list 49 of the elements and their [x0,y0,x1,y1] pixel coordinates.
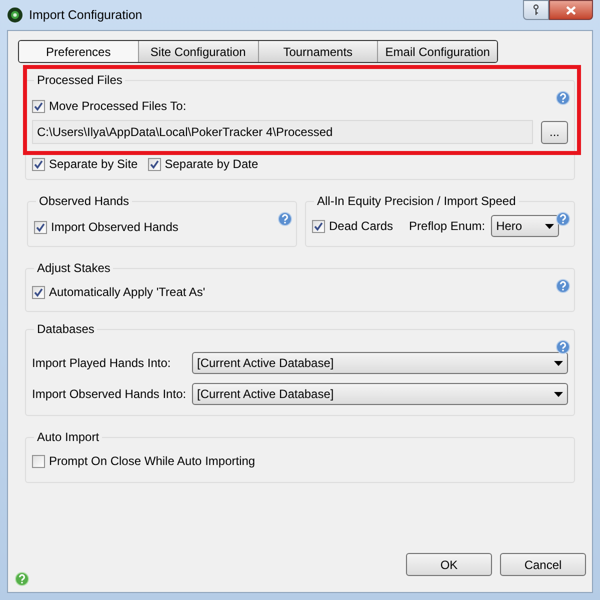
close-button[interactable] [549,0,593,20]
group-title: Processed Files [36,72,124,89]
caret-icon [554,360,563,366]
checkbox-label: Separate by Date [164,156,258,173]
tab[interactable]: Preferences [19,41,138,62]
checkbox[interactable] [148,158,161,170]
tab[interactable]: Email Configuration [377,41,497,62]
checkbox[interactable] [32,454,45,468]
database-label: Import Played Hands Into: [32,355,172,372]
close-icon [566,6,576,14]
app-logo-icon [7,7,23,23]
group-title: Observed Hands [38,193,130,210]
checkbox[interactable] [312,220,325,232]
tab[interactable]: Tournaments [258,41,378,62]
group-title: Adjust Stakes [36,260,112,277]
key-icon [532,4,540,16]
checkbox[interactable] [34,220,47,234]
group-title: Databases [36,321,96,338]
help-button[interactable] [523,0,549,20]
database-label: Import Observed Hands Into: [32,386,188,403]
help-icon[interactable] [556,212,570,226]
caret-icon [554,392,563,396]
checkbox-label: Dead Cards [329,218,394,235]
dropdown[interactable]: [Current Active Database] [192,352,568,374]
preflop-enum-label: Preflop Enum: [409,218,486,235]
checkbox-label: Import Observed Hands [51,219,178,236]
help-icon[interactable] [556,279,570,293]
checkbox-label: Separate by Site [49,156,138,173]
help-icon[interactable] [278,212,292,226]
caret-icon [545,224,554,228]
checkbox-label: Automatically Apply 'Treat As' [49,284,206,301]
group-title: Auto Import [36,429,100,446]
tab[interactable]: Site Configuration [138,41,258,62]
dropdown[interactable]: Hero [491,215,560,237]
path-field[interactable]: C:\Users\Ilya\AppData\Local\PokerTracker 4\Processed [32,120,533,144]
dialog-button[interactable]: OK [406,553,492,576]
checkbox[interactable] [32,158,45,170]
dialog-button[interactable]: Cancel [500,553,586,576]
dropdown[interactable]: [Current Active Database] [192,383,568,405]
browse-button[interactable]: ... [541,120,568,144]
checkbox-label: Move Processed Files To: [49,98,186,115]
checkbox-label: Prompt On Close While Auto Importing [49,453,256,470]
help-icon[interactable] [556,91,570,105]
checkbox[interactable] [32,286,45,298]
help-icon[interactable] [556,340,570,354]
group-title: All-In Equity Precision / Import Speed [316,193,517,210]
checkbox[interactable] [32,100,45,112]
window-title: Import Configuration [29,6,142,24]
help-icon[interactable] [15,572,29,586]
